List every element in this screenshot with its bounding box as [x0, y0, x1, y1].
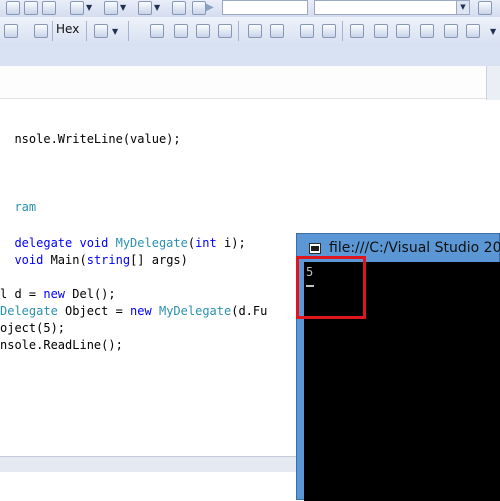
redo-dropdown-icon[interactable]: ▼ — [120, 3, 126, 12]
code-line-8: nsole.ReadLine(); — [0, 338, 123, 352]
edit-icon[interactable] — [150, 24, 164, 38]
code-line-6: Delegate Object = new MyDelegate(d.Fu — [0, 304, 268, 318]
object-browser-icon[interactable] — [196, 24, 210, 38]
navigate-dropdown-icon[interactable]: ▼ — [154, 3, 160, 12]
undo-icon[interactable] — [70, 1, 84, 15]
threads-icon[interactable] — [34, 24, 48, 38]
paste-icon[interactable] — [42, 1, 56, 15]
cut-icon[interactable] — [6, 1, 20, 15]
start-debugging-icon[interactable]: ▶ — [206, 2, 214, 13]
bookmark-icon[interactable] — [350, 24, 364, 38]
code-line-3: delegate void MyDelegate(int i); — [0, 236, 246, 250]
find-combo-arrow-icon[interactable]: ▼ — [456, 1, 469, 14]
previous-bookmark-icon[interactable] — [374, 24, 388, 38]
next-bookmark-folder-icon[interactable] — [444, 24, 458, 38]
uncomment-icon[interactable] — [322, 24, 336, 38]
next-bookmark-icon[interactable] — [396, 24, 410, 38]
navigate-forward-icon[interactable] — [172, 1, 186, 15]
increase-indent-icon[interactable] — [270, 24, 284, 38]
code-line-2: ram — [14, 200, 37, 214]
code-line-5: l d = new Del(); — [0, 287, 116, 301]
undo-dropdown-icon[interactable]: ▼ — [86, 3, 92, 12]
font-size-icon[interactable] — [218, 24, 232, 38]
redo-icon[interactable] — [104, 1, 118, 15]
find-in-files-icon[interactable] — [478, 1, 492, 15]
toolbar-overflow-icon[interactable]: ▼ — [490, 27, 496, 36]
output-highlight-box — [296, 256, 366, 319]
previous-bookmark-folder-icon[interactable] — [420, 24, 434, 38]
status-area — [0, 472, 300, 500]
cursor-icon[interactable] — [192, 1, 206, 15]
code-line-7: oject(5); — [0, 321, 66, 335]
editor-navigation-bar — [0, 66, 500, 99]
navigate-backward-icon[interactable] — [138, 1, 152, 15]
decrease-indent-icon[interactable] — [248, 24, 262, 38]
breakpoints-dropdown-icon[interactable]: ▼ — [112, 27, 118, 36]
class-view-icon[interactable] — [174, 24, 188, 38]
console-app-icon — [309, 243, 321, 254]
hex-button[interactable]: Hex — [56, 22, 79, 36]
editor-scrollbar-top[interactable] — [486, 66, 500, 100]
comment-icon[interactable] — [300, 24, 314, 38]
toolbar-top: ▼ ▼ ▼ ▶ ▼ — [0, 0, 500, 18]
editor-horizontal-scrollbar[interactable] — [0, 456, 300, 473]
clear-bookmarks-icon[interactable] — [466, 24, 480, 38]
code-line-1: nsole.WriteLine(value); — [14, 132, 181, 146]
copy-icon[interactable] — [24, 1, 38, 15]
find-combo[interactable]: ▼ — [314, 0, 470, 15]
memory-icon[interactable] — [4, 24, 18, 38]
toolbar-second: Hex ▼ ▼ — [0, 17, 500, 47]
solution-config-combo[interactable] — [222, 0, 308, 15]
code-line-4: void Main(string[] args) — [0, 253, 188, 267]
document-tab-strip — [0, 46, 500, 67]
breakpoints-window-icon[interactable] — [94, 24, 108, 38]
